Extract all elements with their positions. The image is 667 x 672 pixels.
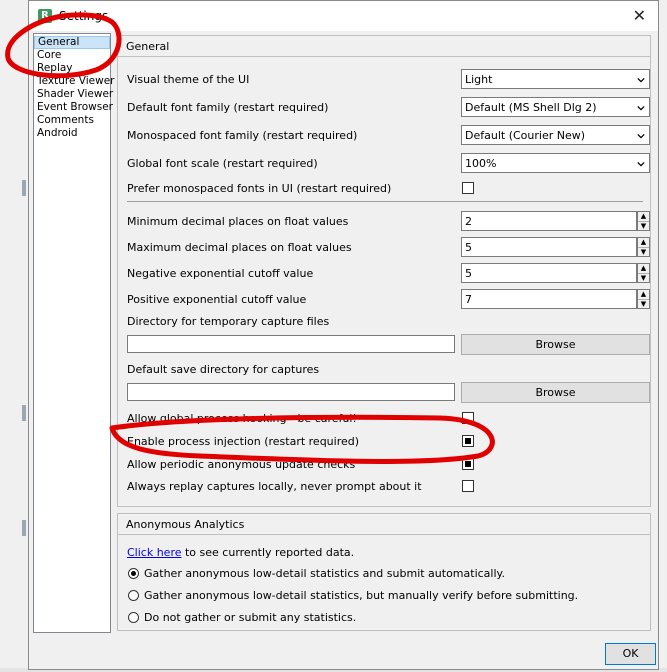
analytics-none-label: Do not gather or submit any statistics. [144, 611, 357, 624]
ok-button[interactable]: OK [605, 643, 656, 665]
spin-up-icon[interactable]: ▲ [638, 290, 649, 300]
neg-cutoff-stepper[interactable]: ▲ ▼ [637, 263, 650, 283]
visual-theme-value: Light [465, 73, 493, 86]
neg-cutoff-spinbox[interactable]: 5 [461, 263, 637, 283]
spin-up-icon[interactable]: ▲ [638, 212, 649, 222]
default-font-combo[interactable]: Default (MS Shell Dlg 2) [461, 97, 650, 117]
settings-dialog: R Settings ✕ General Core Replay Texture… [28, 0, 659, 670]
category-item-texture-viewer[interactable]: Texture Viewer [34, 75, 114, 88]
default-font-label: Default font family (restart required) [127, 101, 329, 114]
pos-cutoff-spinbox[interactable]: 7 [461, 289, 637, 309]
analytics-info-text: Click here to see currently reported dat… [127, 546, 354, 559]
spin-down-icon[interactable]: ▼ [638, 248, 649, 257]
update-checks-checkbox[interactable] [462, 458, 474, 470]
neg-cutoff-value: 5 [465, 267, 472, 280]
global-hooking-checkbox[interactable] [462, 412, 474, 424]
analytics-group: Anonymous Analytics Click here to see cu… [117, 513, 651, 631]
category-item-comments[interactable]: Comments [34, 114, 110, 127]
save-dir-input[interactable] [127, 383, 455, 401]
category-list[interactable]: General Core Replay Texture Viewer Shade… [33, 33, 114, 633]
font-scale-value: 100% [465, 157, 497, 170]
group-header-divider [118, 56, 650, 57]
spin-down-icon[interactable]: ▼ [638, 222, 649, 231]
background-mark [22, 520, 26, 536]
spin-down-icon[interactable]: ▼ [638, 300, 649, 309]
category-item-android[interactable]: Android [34, 127, 110, 140]
max-decimal-value: 5 [465, 241, 472, 254]
background-mark [22, 180, 26, 196]
visual-theme-label: Visual theme of the UI [127, 73, 250, 86]
analytics-group-title: Anonymous Analytics [126, 518, 245, 531]
category-item-replay[interactable]: Replay [34, 62, 110, 75]
min-decimal-value: 2 [465, 215, 472, 228]
spin-down-icon[interactable]: ▼ [638, 274, 649, 283]
category-item-general[interactable]: General [34, 36, 110, 49]
visual-theme-combo[interactable]: Light [461, 69, 650, 89]
temp-dir-label: Directory for temporary capture files [127, 315, 330, 328]
pos-cutoff-stepper[interactable]: ▲ ▼ [637, 289, 650, 309]
mono-font-label: Monospaced font family (restart required… [127, 129, 358, 142]
process-injection-label: Enable process injection (restart requir… [127, 435, 360, 448]
chevron-down-icon [637, 161, 645, 167]
min-decimal-spinbox[interactable]: 2 [461, 211, 637, 231]
analytics-auto-label: Gather anonymous low-detail statistics a… [144, 567, 505, 580]
save-dir-label: Default save directory for captures [127, 363, 320, 376]
pos-cutoff-value: 7 [465, 293, 472, 306]
chevron-down-icon [637, 105, 645, 111]
general-group-title: General [126, 40, 170, 53]
chevron-down-icon [637, 77, 645, 83]
background-mark [22, 405, 26, 421]
analytics-none-radio[interactable] [128, 612, 139, 623]
mono-font-value: Default (Courier New) [465, 129, 586, 142]
prefer-mono-label: Prefer monospaced fonts in UI (restart r… [127, 182, 392, 195]
process-injection-checkbox[interactable] [462, 435, 474, 447]
category-item-core[interactable]: Core [34, 49, 110, 62]
analytics-auto-radio[interactable] [128, 568, 139, 579]
category-item-shader-viewer[interactable]: Shader Viewer [34, 88, 113, 101]
default-font-value: Default (MS Shell Dlg 2) [465, 101, 597, 114]
font-scale-combo[interactable]: 100% [461, 153, 650, 173]
background-app-strip [0, 0, 29, 672]
max-decimal-label: Maximum decimal places on float values [127, 241, 352, 254]
title-bar[interactable]: R Settings ✕ [29, 1, 658, 31]
click-here-link[interactable]: Click here [127, 546, 182, 559]
group-header-divider [118, 534, 650, 535]
category-item-event-browser[interactable]: Event Browser [34, 101, 113, 114]
max-decimal-spinbox[interactable]: 5 [461, 237, 637, 257]
mono-font-combo[interactable]: Default (Courier New) [461, 125, 650, 145]
analytics-manual-label: Gather anonymous low-detail statistics, … [144, 589, 579, 602]
temp-dir-input[interactable] [127, 335, 455, 353]
spin-up-icon[interactable]: ▲ [638, 264, 649, 274]
general-group: General Visual theme of the UI Light Def… [117, 35, 651, 507]
min-decimal-label: Minimum decimal places on float values [127, 215, 349, 228]
min-decimal-stepper[interactable]: ▲ ▼ [637, 211, 650, 231]
app-icon: R [38, 9, 52, 23]
close-icon[interactable]: ✕ [633, 6, 646, 25]
replay-local-label: Always replay captures locally, never pr… [127, 480, 422, 493]
pos-cutoff-label: Positive exponential cutoff value [127, 293, 307, 306]
update-checks-label: Allow periodic anonymous update checks [127, 458, 356, 471]
analytics-manual-radio[interactable] [128, 590, 139, 601]
max-decimal-stepper[interactable]: ▲ ▼ [637, 237, 650, 257]
chevron-down-icon [637, 133, 645, 139]
temp-dir-browse-button[interactable]: Browse [461, 334, 650, 355]
window-title: Settings [59, 9, 109, 23]
analytics-info-suffix: to see currently reported data. [181, 546, 355, 559]
font-scale-label: Global font scale (restart required) [127, 157, 318, 170]
section-divider [127, 201, 643, 202]
neg-cutoff-label: Negative exponential cutoff value [127, 267, 314, 280]
prefer-mono-checkbox[interactable] [462, 182, 474, 194]
replay-local-checkbox[interactable] [462, 480, 474, 492]
background-app-strip-right [658, 0, 667, 672]
global-hooking-label: Allow global process hooking - be carefu… [127, 412, 357, 425]
save-dir-browse-button[interactable]: Browse [461, 382, 650, 403]
spin-up-icon[interactable]: ▲ [638, 238, 649, 248]
